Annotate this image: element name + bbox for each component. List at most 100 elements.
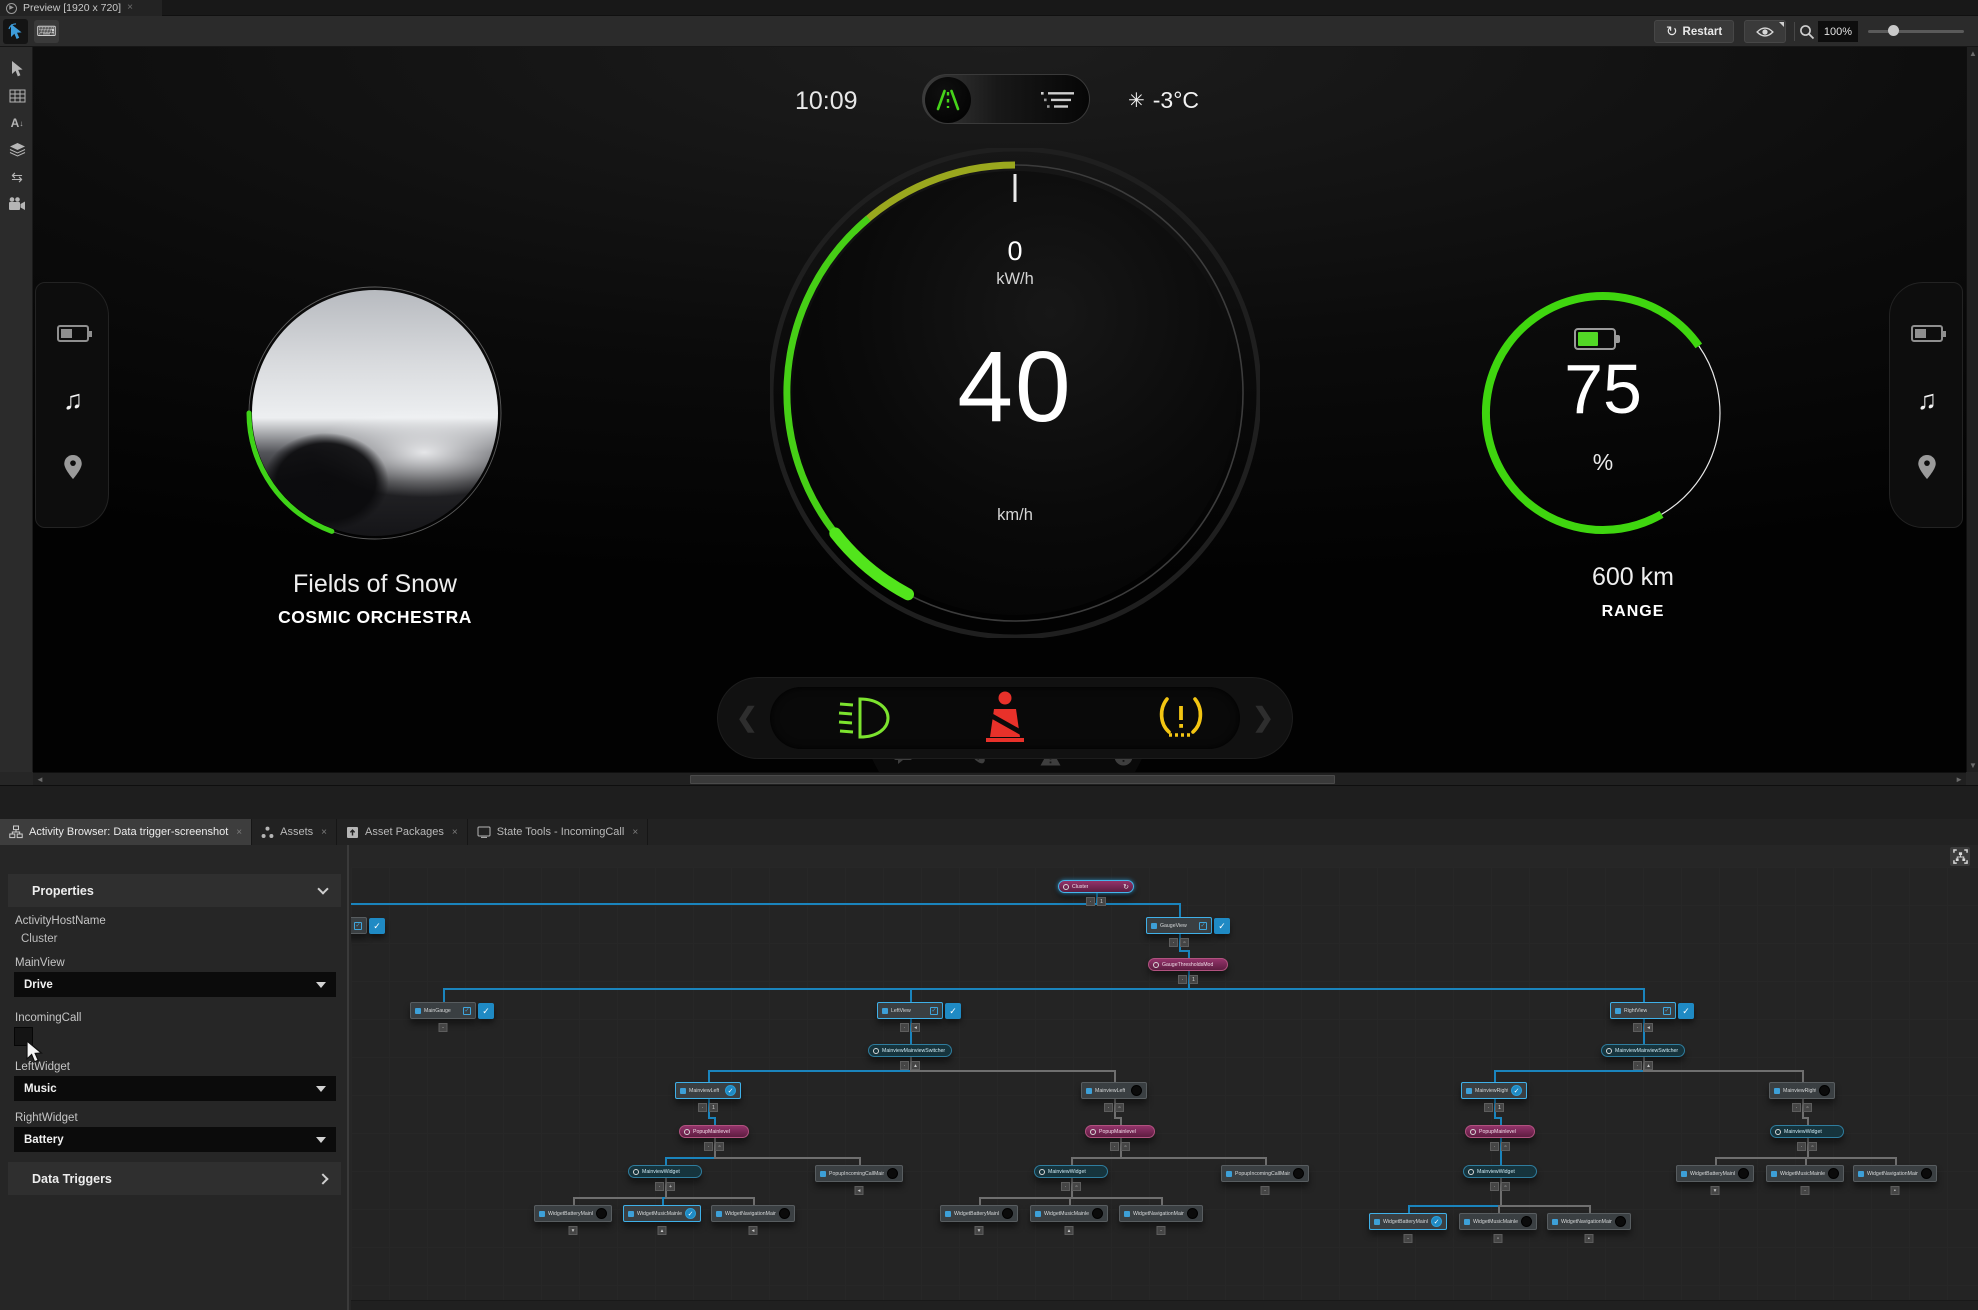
node-expander-badge[interactable]: · (655, 1182, 664, 1191)
node-expander-badge[interactable]: ◂ (854, 1186, 864, 1195)
node-expander-badges[interactable]: · ▫ (1169, 938, 1189, 947)
fit-to-view-button[interactable] (1950, 847, 1970, 866)
graph-node-mainview-widget-r2[interactable]: MainviewWidget (1770, 1125, 1844, 1138)
node-expander-badge[interactable]: ▾ (1710, 1186, 1720, 1195)
node-expander-badge[interactable]: · (1797, 1142, 1806, 1151)
node-activation-toggle[interactable]: ✓ (478, 1002, 494, 1019)
graph-node-widget-nav-r2[interactable]: WidgetNavigationMainlevel (1853, 1165, 1937, 1182)
chevron-left-icon[interactable]: ❮ (736, 702, 758, 733)
node-status-dot[interactable] (1615, 1216, 1626, 1227)
graph-node-mainview-left-2[interactable]: MainviewLeft (1081, 1082, 1147, 1099)
node-expander-badges[interactable]: · ▫ (1490, 1142, 1510, 1151)
node-expander-badge[interactable]: ▴ (1644, 1061, 1653, 1070)
node-expander-badges[interactable]: · 1 (1484, 1103, 1504, 1112)
graph-node-widget-music-r2[interactable]: WidgetMusicMainlevel (1766, 1165, 1844, 1182)
node-expander-badge[interactable]: · (1086, 897, 1095, 906)
node-expander-badge[interactable]: · (1104, 1103, 1113, 1112)
restart-button[interactable]: ↻ Restart (1654, 20, 1734, 43)
node-expander-badges[interactable]: ▫ (1493, 1234, 1503, 1243)
close-icon[interactable]: × (632, 827, 638, 838)
zoom-slider-track[interactable] (1868, 30, 1964, 33)
preview-vertical-scrollbar[interactable]: ▲ ▼ (1966, 47, 1978, 772)
node-activation-toggle[interactable]: ✓ (945, 1002, 961, 1019)
node-expander-badge[interactable]: · (900, 1061, 909, 1070)
graph-node-popup-mainlevel-right1[interactable]: PopupMainlevel (1465, 1125, 1535, 1138)
close-icon[interactable]: × (452, 827, 458, 838)
node-expander-badge[interactable]: 1 (1097, 897, 1106, 906)
node-expander-badges[interactable]: · ◂ (1633, 1023, 1653, 1032)
node-expander-badge[interactable]: - (1800, 1186, 1810, 1195)
node-expander-badge[interactable]: · (1110, 1142, 1119, 1151)
node-expander-badges[interactable]: · ▫ (1490, 1182, 1510, 1191)
node-expander-badge[interactable]: 1 (709, 1103, 718, 1112)
node-expander-badge[interactable]: - (1260, 1186, 1270, 1195)
node-expander-badge[interactable]: ▫ (715, 1142, 724, 1151)
node-checkbox[interactable]: ✓ (1199, 921, 1207, 930)
node-expander-badge[interactable]: ▫ (1180, 938, 1189, 947)
node-expander-badges[interactable]: ◂ (854, 1186, 864, 1195)
swap-connections-icon[interactable]: ⇆ (7, 167, 27, 187)
node-expander-badge[interactable]: - (438, 1023, 448, 1032)
graph-scrollbar[interactable] (351, 1300, 1978, 1310)
node-active-check[interactable]: ✓ (685, 1208, 696, 1219)
node-expander-badge[interactable]: ▴ (657, 1226, 667, 1235)
node-expander-badges[interactable]: ▪ (1584, 1234, 1594, 1243)
node-expander-badge[interactable]: - (1156, 1226, 1166, 1235)
node-expander-badge[interactable]: · (1178, 975, 1187, 984)
node-expander-badges[interactable]: - (1156, 1226, 1166, 1235)
node-expander-badges[interactable]: ▴ (1064, 1226, 1074, 1235)
node-expander-badge[interactable]: ▫ (1501, 1142, 1510, 1151)
node-refresh-icon[interactable]: ↻ (1123, 883, 1129, 891)
node-expander-badge[interactable]: · (698, 1103, 707, 1112)
node-expander-badge[interactable]: · (1061, 1182, 1070, 1191)
location-side-icon[interactable] (1890, 455, 1964, 479)
node-expander-badge[interactable]: · (1484, 1103, 1493, 1112)
node-activation-toggle[interactable]: ✓ (1214, 917, 1230, 934)
node-expander-badge[interactable]: ▾ (568, 1226, 578, 1235)
node-status-dot[interactable] (779, 1208, 790, 1219)
node-expander-badges[interactable]: · ◂ (900, 1023, 920, 1032)
node-expander-badges[interactable]: · ▫ (1110, 1142, 1130, 1151)
node-active-check[interactable]: ✓ (1431, 1216, 1442, 1227)
node-expander-badges[interactable]: ◂ (748, 1226, 758, 1235)
graph-node-mainview-right-2[interactable]: MainviewRight (1769, 1082, 1835, 1099)
activity-graph-canvas[interactable]: Cluster ↻ · 1 ✓ ✓ GaugeView ✓ ✓ · ▫ GaugeThresholds… (351, 845, 1978, 1310)
node-expander-badges[interactable]: · ▫ (1061, 1182, 1081, 1191)
music-side-icon[interactable]: ♫ (1890, 385, 1964, 416)
node-expander-badges[interactable]: ▴ (657, 1226, 667, 1235)
node-expander-badge[interactable]: ▾ (974, 1226, 984, 1235)
left-widget-dropdown[interactable]: Music (14, 1076, 336, 1101)
graph-node-cluster[interactable]: Cluster ↻ (1058, 880, 1134, 893)
node-expander-badge[interactable]: · (900, 1023, 909, 1032)
node-expander-badge[interactable]: - (1403, 1234, 1413, 1243)
graph-node-widget-battery-l1[interactable]: WidgetBatteryMainlevel (534, 1205, 612, 1222)
node-checkbox[interactable]: ✓ (463, 1006, 471, 1015)
battery-side-icon[interactable] (36, 325, 110, 342)
node-expander-badges[interactable]: · ▫ (704, 1142, 724, 1151)
node-expander-badges[interactable]: · ▫ (1797, 1142, 1817, 1151)
graph-node-widget-music-l2[interactable]: WidgetMusicMainlevel (1030, 1205, 1108, 1222)
node-expander-badge[interactable]: ◂ (1644, 1023, 1653, 1032)
node-expander-badge[interactable]: ▫ (1501, 1182, 1510, 1191)
text-sort-icon[interactable]: A ↓ (7, 113, 27, 133)
node-status-dot[interactable] (1828, 1168, 1839, 1179)
close-icon[interactable]: × (127, 3, 133, 13)
node-expander-badge[interactable]: · (1633, 1023, 1642, 1032)
graph-node-mainview-right-1[interactable]: MainviewRight ✓ (1461, 1082, 1527, 1099)
graph-node-right-switcher[interactable]: MainviewMainviewSwitcher (1601, 1044, 1685, 1057)
right-widget-dropdown[interactable]: Battery (14, 1127, 336, 1152)
graph-node-widget-nav-l1[interactable]: WidgetNavigationMainlevel (711, 1205, 795, 1222)
graph-node-widget-nav-r1[interactable]: WidgetNavigationMainlevel (1547, 1213, 1631, 1230)
node-status-dot[interactable] (596, 1208, 607, 1219)
node-expander-badge[interactable]: · (1169, 938, 1178, 947)
node-active-check[interactable]: ✓ (725, 1085, 736, 1096)
toggle-knob[interactable] (925, 77, 971, 123)
node-status-dot[interactable] (1187, 1208, 1198, 1219)
node-expander-badges[interactable]: · + (655, 1182, 675, 1191)
graph-node-widget-music-l1[interactable]: WidgetMusicMainlevel✓ (623, 1205, 701, 1222)
properties-section-header[interactable]: Properties (8, 874, 341, 907)
node-expander-badges[interactable]: · ▴ (900, 1061, 920, 1070)
node-expander-badges[interactable]: - (438, 1023, 448, 1032)
node-status-dot[interactable] (1521, 1216, 1532, 1227)
node-checkbox[interactable]: ✓ (1663, 1006, 1671, 1015)
